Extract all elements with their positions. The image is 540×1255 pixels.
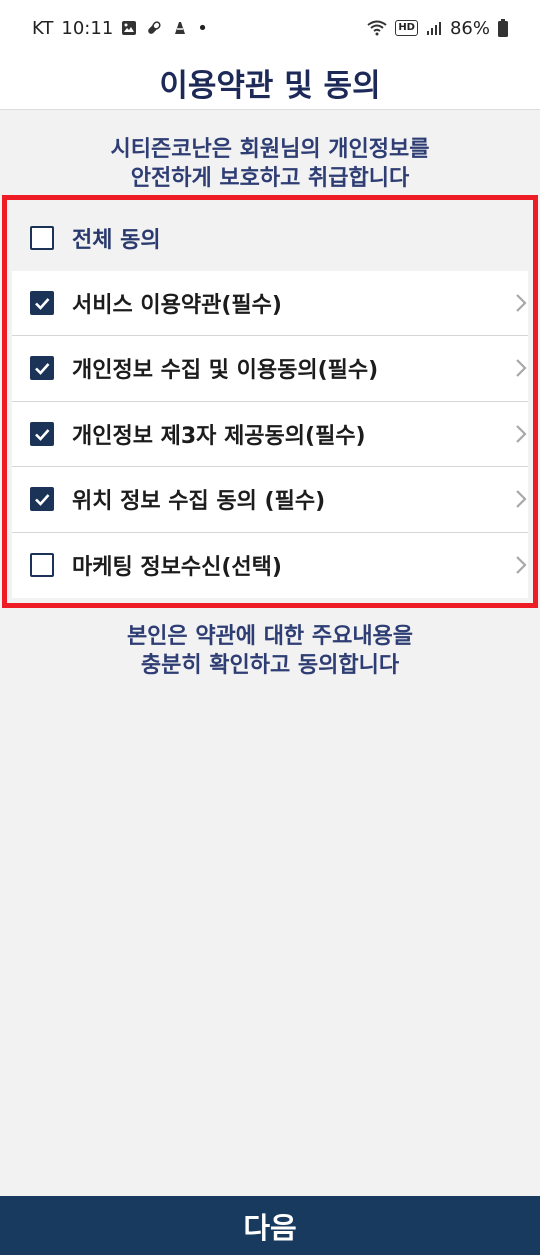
battery-percent: 86% [449,17,490,39]
app-header: 이용약관 및 동의 [0,56,540,110]
pill-icon [145,19,163,37]
notification-dot: • [197,17,208,39]
terms-list: 전체 동의 서비스 이용약관(필수) 개인정보 수집 및 이용동의(필수) 개인… [12,205,528,598]
carrier-label: KT [32,17,54,39]
terms-row-label: 위치 정보 수집 동의 (필수) [72,489,326,515]
terms-row-label: 개인정보 제3자 제공동의(필수) [72,423,366,449]
gallery-icon [121,20,137,36]
status-bar: KT 10:11 • HD 86% [0,0,540,56]
terms-row-privacy-collect[interactable]: 개인정보 수집 및 이용동의(필수) [12,336,528,402]
terms-row-marketing[interactable]: 마케팅 정보수신(선택) [12,533,528,599]
agree-all-checkbox[interactable] [30,225,54,250]
intro-line-1: 시티즌코난은 회원님의 개인정보를 [110,137,430,162]
confirmation-line-1: 본인은 약관에 대한 주요내용을 [126,624,414,649]
checkmark-icon [35,297,50,310]
agree-all-label: 전체 동의 [72,227,161,253]
checkmark-icon [35,363,50,376]
intro-text: 시티즌코난은 회원님의 개인정보를 안전하게 보호하고 취급합니다 [0,135,540,193]
service-terms-checkbox[interactable] [30,290,54,315]
battery-icon [498,19,508,37]
confirmation-line-2: 충분히 확인하고 동의합니다 [140,653,400,678]
third-party-checkbox[interactable] [30,421,54,446]
checkmark-icon [35,494,50,507]
signal-icon [426,20,442,36]
chevron-right-icon[interactable] [514,423,528,445]
terms-row-location[interactable]: 위치 정보 수집 동의 (필수) [12,467,528,533]
chevron-right-icon[interactable] [514,554,528,576]
chevron-right-icon[interactable] [514,292,528,314]
status-left: KT 10:11 • [32,18,208,39]
confirmation-text: 본인은 약관에 대한 주요내용을 충분히 확인하고 동의합니다 [0,622,540,680]
marketing-checkbox[interactable] [30,553,54,578]
privacy-collect-checkbox[interactable] [30,356,54,381]
terms-row-service[interactable]: 서비스 이용약관(필수) [12,271,528,336]
app-notification-icon [171,19,189,37]
agree-all-row[interactable]: 전체 동의 [12,205,528,271]
wifi-icon [367,20,387,36]
terms-row-third-party[interactable]: 개인정보 제3자 제공동의(필수) [12,402,528,467]
terms-row-label: 마케팅 정보수신(선택) [72,555,282,581]
chevron-right-icon[interactable] [514,488,528,510]
page-title: 이용약관 및 동의 [159,68,381,104]
intro-line-2: 안전하게 보호하고 취급합니다 [130,166,410,191]
checkmark-icon [35,428,50,441]
terms-row-label: 서비스 이용약관(필수) [72,292,282,318]
hd-voice-icon: HD [395,20,418,36]
terms-row-label: 개인정보 수집 및 이용동의(필수) [72,358,379,384]
status-right: HD 86% [367,18,508,39]
next-button[interactable]: 다음 [0,1196,540,1255]
terms-highlight-frame: 전체 동의 서비스 이용약관(필수) 개인정보 수집 및 이용동의(필수) 개인… [2,195,538,608]
location-checkbox[interactable] [30,487,54,512]
clock: 10:11 [61,17,114,39]
chevron-right-icon[interactable] [514,357,528,379]
